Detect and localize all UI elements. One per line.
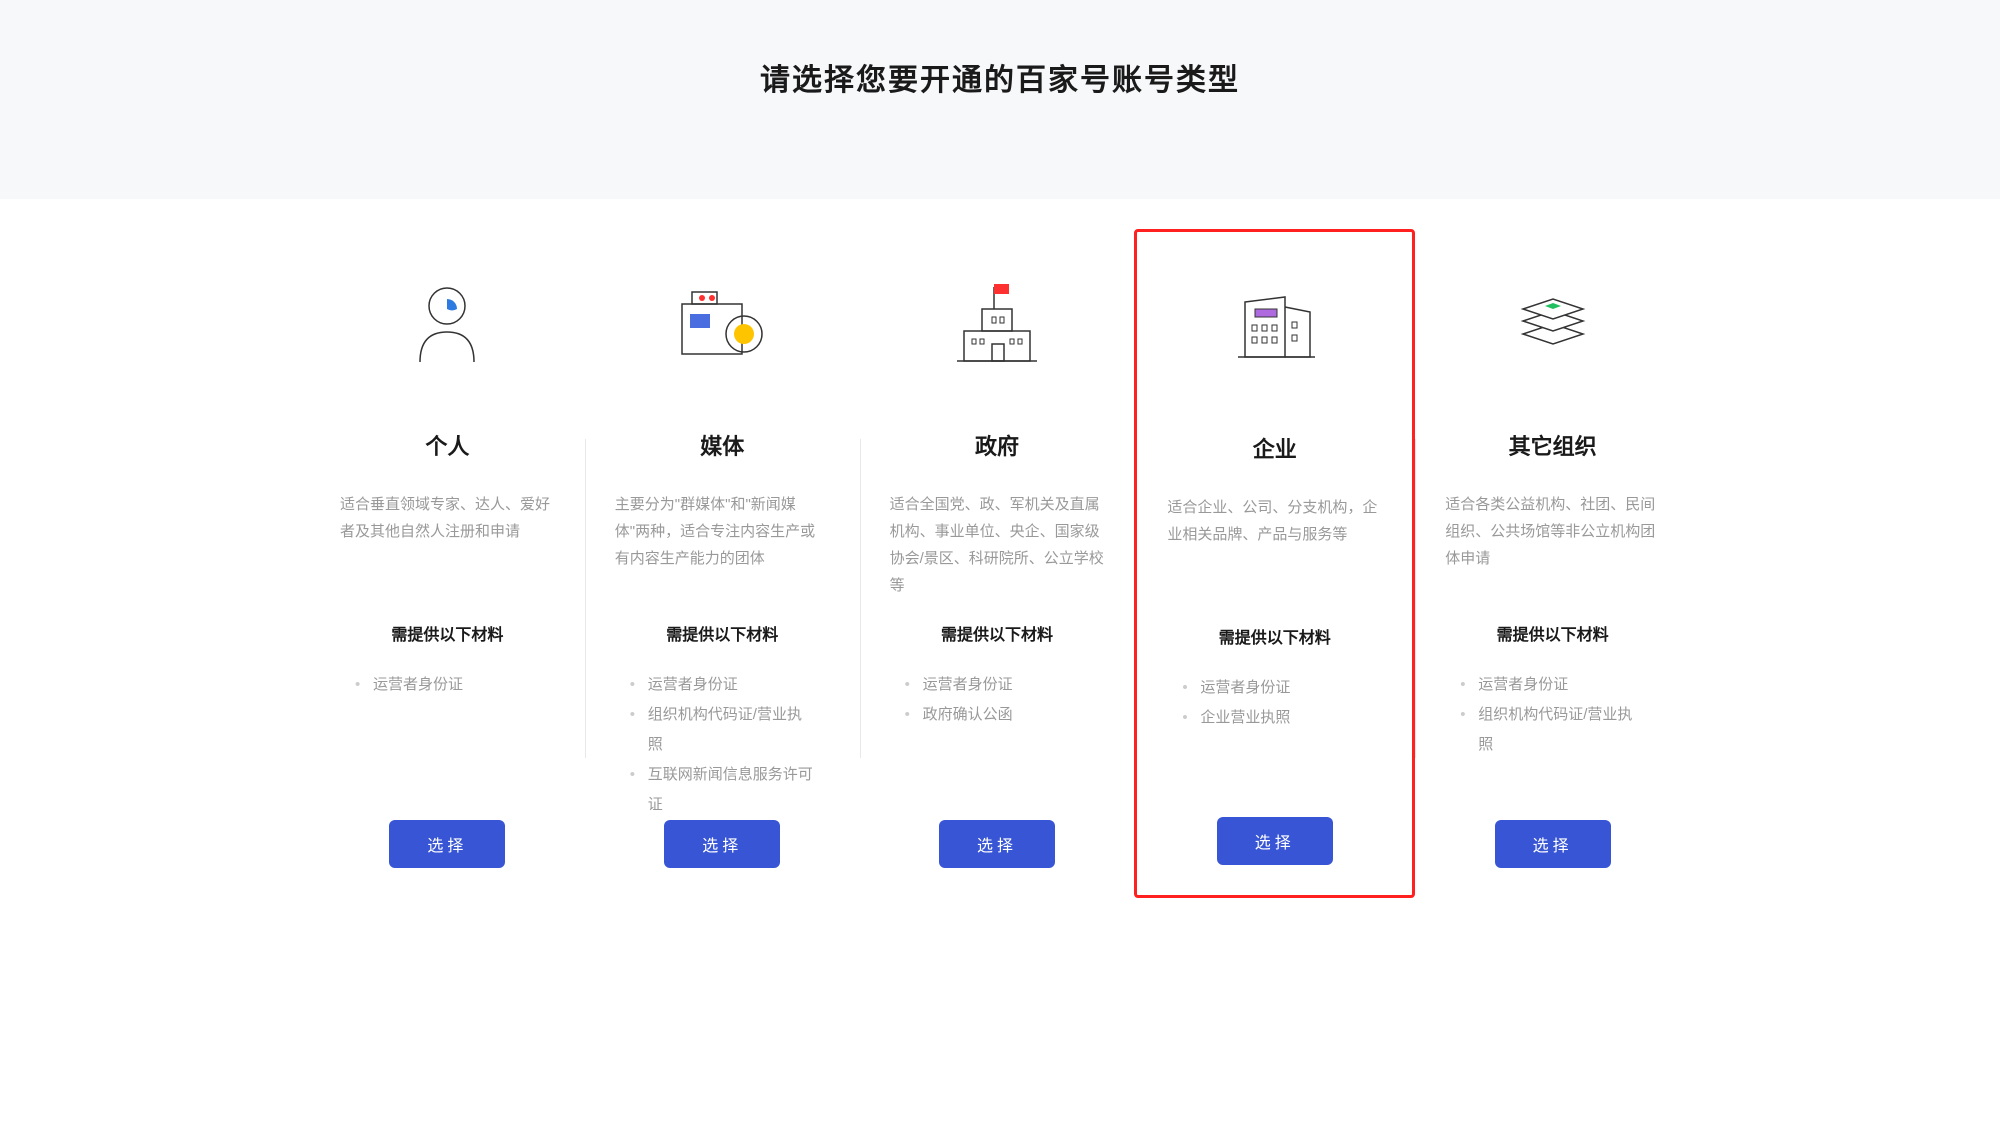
materials-title: 需提供以下材料 [1497, 621, 1609, 645]
list-item: 运营者身份证 [355, 670, 540, 700]
list-item: 组织机构代码证/营业执照 [630, 700, 815, 760]
account-type-cards: 个人 适合垂直领域专家、达人、爱好者及其他自然人注册和申请 需提供以下材料 运营… [280, 199, 1720, 938]
materials-title: 需提供以下材料 [391, 621, 503, 645]
card-personal: 个人 适合垂直领域专家、达人、爱好者及其他自然人注册和申请 需提供以下材料 运营… [310, 239, 585, 898]
materials-title: 需提供以下材料 [941, 621, 1053, 645]
list-item: 组织机构代码证/营业执照 [1460, 700, 1645, 760]
select-button[interactable]: 选择 [1217, 817, 1333, 865]
card-other-org: 其它组织 适合各类公益机构、社团、民间组织、公共场馆等非公立机构团体申请 需提供… [1415, 239, 1690, 898]
government-icon [952, 269, 1042, 379]
divider [585, 439, 586, 758]
card-description: 适合垂直领域专家、达人、爱好者及其他自然人注册和申请 [330, 491, 565, 601]
person-icon [412, 269, 482, 379]
materials-list: 运营者身份证 组织机构代码证/营业执照 互联网新闻信息服务许可证 [605, 670, 840, 820]
card-title: 企业 [1253, 432, 1297, 464]
header-section: 请选择您要开通的百家号账号类型 [0, 0, 2000, 199]
card-enterprise: 企业 适合企业、公司、分支机构，企业相关品牌、产品与服务等 需提供以下材料 运营… [1134, 229, 1415, 898]
materials-title: 需提供以下材料 [1219, 624, 1331, 648]
select-button[interactable]: 选择 [939, 820, 1055, 868]
stack-icon [1513, 269, 1593, 379]
list-item: 互联网新闻信息服务许可证 [630, 760, 815, 820]
divider [1415, 439, 1416, 758]
page-title: 请选择您要开通的百家号账号类型 [0, 55, 2000, 99]
select-button[interactable]: 选择 [389, 820, 505, 868]
materials-title: 需提供以下材料 [666, 621, 778, 645]
list-item: 政府确认公函 [905, 700, 1090, 730]
list-item: 运营者身份证 [905, 670, 1090, 700]
card-title: 个人 [425, 429, 469, 461]
materials-list: 运营者身份证 [330, 670, 565, 780]
divider [860, 439, 861, 758]
card-title: 媒体 [700, 429, 744, 461]
card-description: 适合全国党、政、军机关及直属机构、事业单位、央企、国家级协会/景区、科研院所、公… [880, 491, 1115, 601]
building-icon [1230, 272, 1320, 382]
select-button[interactable]: 选择 [664, 820, 780, 868]
materials-list: 运营者身份证 企业营业执照 [1157, 673, 1392, 783]
list-item: 运营者身份证 [630, 670, 815, 700]
card-government: 政府 适合全国党、政、军机关及直属机构、事业单位、央企、国家级协会/景区、科研院… [860, 239, 1135, 898]
materials-list: 运营者身份证 政府确认公函 [880, 670, 1115, 780]
materials-list: 运营者身份证 组织机构代码证/营业执照 [1435, 670, 1670, 780]
card-description: 适合企业、公司、分支机构，企业相关品牌、产品与服务等 [1157, 494, 1392, 604]
card-title: 其它组织 [1509, 429, 1597, 461]
card-description: 适合各类公益机构、社团、民间组织、公共场馆等非公立机构团体申请 [1435, 491, 1670, 601]
camera-icon [672, 269, 772, 379]
list-item: 运营者身份证 [1182, 673, 1367, 703]
list-item: 企业营业执照 [1182, 703, 1367, 733]
card-media: 媒体 主要分为"群媒体"和"新闻媒体"两种，适合专注内容生产或有内容生产能力的团… [585, 239, 860, 898]
select-button[interactable]: 选择 [1495, 820, 1611, 868]
card-description: 主要分为"群媒体"和"新闻媒体"两种，适合专注内容生产或有内容生产能力的团体 [605, 491, 840, 601]
card-title: 政府 [975, 429, 1019, 461]
list-item: 运营者身份证 [1460, 670, 1645, 700]
